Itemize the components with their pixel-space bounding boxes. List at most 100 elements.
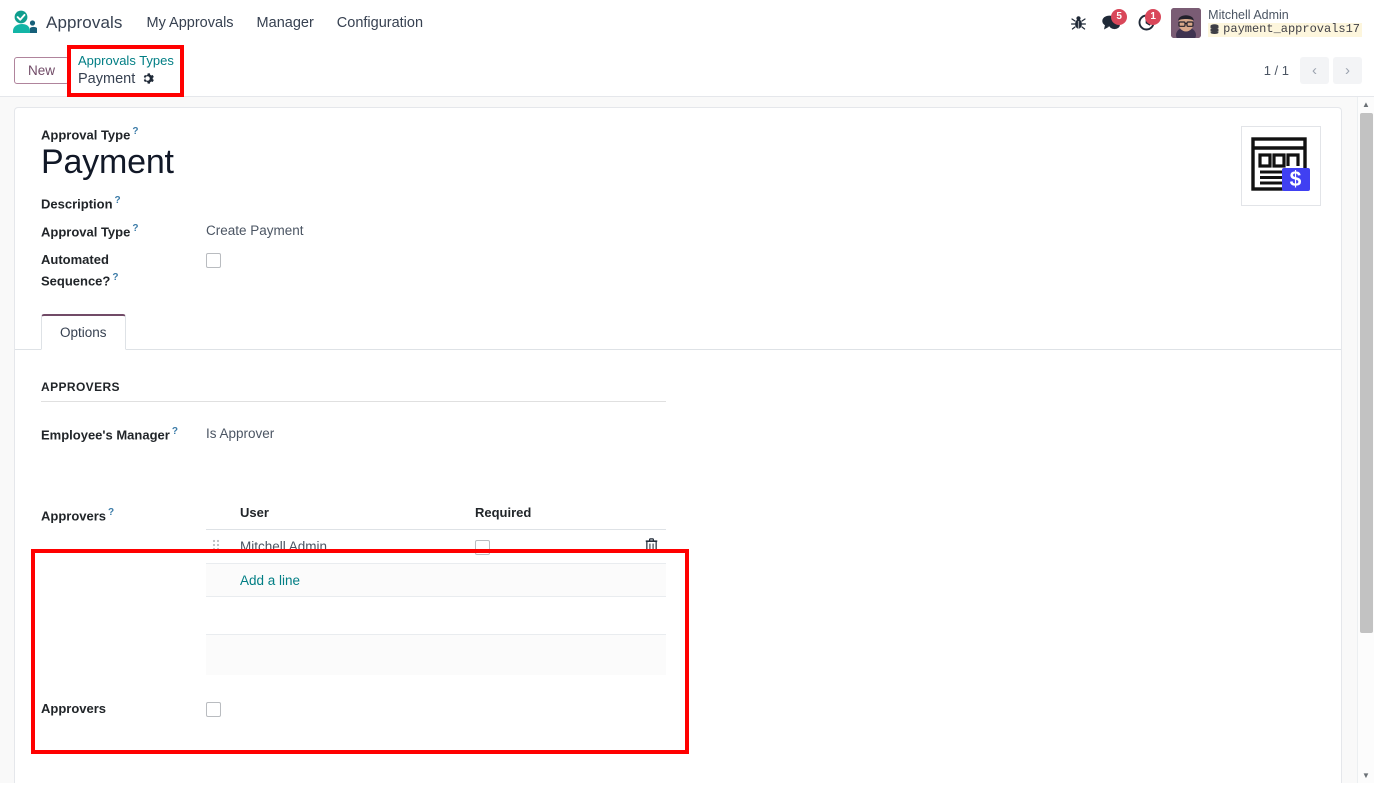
page-title[interactable]: Payment [41,143,1315,181]
column-user[interactable]: User [232,505,467,531]
field-automated-sequence-label-line2-wrap: Sequence?? [41,270,206,291]
empty-row [206,596,666,636]
breadcrumb-parent-approvals-types[interactable]: Approvals Types [78,53,174,69]
activities-clock-icon[interactable]: 1 [1129,8,1163,38]
field-approvers-list: Approvers? User Required Mitchell Admin … [41,505,1315,675]
pager-count: 1 / 1 [1263,63,1289,78]
field-approvers-bottom: Approvers [41,699,1315,720]
top-navbar: Approvals My Approvals Manager Configura… [0,0,1374,45]
tooltip-marker[interactable]: ? [112,272,118,283]
pager-previous-button[interactable]: ‹ [1300,57,1329,84]
gear-icon[interactable] [141,72,155,85]
record-title-label-text: Approval Type [41,127,131,143]
column-handle [206,505,232,531]
automated-sequence-checkbox[interactable] [206,253,221,269]
field-approvers-bottom-value [206,699,221,720]
messages-icon[interactable]: 5 [1095,8,1129,38]
field-automated-sequence: Automated Sequence?? [41,250,1315,292]
form-header-section: $ Approval Type? Payment Description? Ap… [15,126,1341,292]
breadcrumb: Approvals Types Payment [78,53,174,87]
cell-user[interactable]: Mitchell Admin [232,529,467,565]
add-line-row[interactable]: Add a line [206,563,666,598]
user-menu[interactable]: Mitchell Admin payment_approvals17 [1208,8,1362,37]
scroll-up-arrow-icon[interactable]: ▲ [1358,97,1374,112]
column-actions [632,505,666,531]
field-description: Description? [41,193,1315,214]
group-title-approvers: APPROVERS [41,380,666,402]
field-employee-manager: Employee's Manager? Is Approver [41,424,1315,445]
menu-item-manager[interactable]: Manager [257,15,314,31]
activities-badge: 1 [1145,8,1162,25]
notebook: Options APPROVERS Employee's Manager? Is… [15,313,1341,720]
tooltip-marker[interactable]: ? [132,223,138,234]
main-menu: My Approvals Manager Configuration [147,15,424,31]
menu-item-my-approvals[interactable]: My Approvals [147,15,234,31]
filler-row [206,634,666,675]
add-line-cell[interactable]: Add a line [232,563,666,598]
empty-cell [206,596,666,636]
field-automated-sequence-label-line2: Sequence? [41,273,111,289]
field-employee-manager-value[interactable]: Is Approver [206,424,274,445]
cell-required [467,529,632,565]
app-brand-title[interactable]: Approvals [46,13,123,33]
pager-next-button[interactable]: › [1333,57,1362,84]
scrollbar-thumb[interactable] [1360,113,1373,633]
field-approval-type-label-text: Approval Type [41,224,131,240]
field-approvers-label-text: Approvers [41,508,107,524]
field-approval-type-label: Approval Type? [41,221,206,242]
field-description-label-text: Description [41,196,113,212]
field-automated-sequence-label-line1: Automated [41,252,109,268]
table-row[interactable]: Mitchell Admin [206,529,666,565]
add-line-handle-spacer [206,563,232,598]
tooltip-marker[interactable]: ? [115,195,121,206]
field-employee-manager-label-text: Employee's Manager [41,427,170,443]
approvers-one2many: User Required Mitchell Admin Add a line [206,505,1315,675]
tooltip-marker[interactable]: ? [172,426,178,437]
notebook-page-options: APPROVERS Employee's Manager? Is Approve… [15,350,1341,720]
new-button[interactable]: New [14,57,70,84]
column-required[interactable]: Required [467,505,632,531]
navbar-right-systray: 5 1 Mitchell Admin payment_approvals17 [1061,7,1362,38]
tab-options[interactable]: Options [41,313,126,350]
approver-required-checkbox[interactable] [475,539,490,555]
payment-invoice-dollar-icon: $ [1251,137,1310,191]
approvers-table-head: User Required [206,505,666,531]
approvers-table-header-row: User Required [206,505,666,531]
approvals-app-icon[interactable] [10,10,40,36]
field-employee-manager-label: Employee's Manager? [41,424,206,445]
record-image[interactable]: $ [1241,126,1321,206]
scroll-down-arrow-icon[interactable]: ▼ [1358,768,1374,783]
database-icon [1210,24,1219,35]
drag-handle-icon[interactable] [206,529,232,565]
approvers-table: User Required Mitchell Admin Add a line [206,505,666,675]
breadcrumb-current: Payment [78,70,174,88]
field-automated-sequence-value [206,250,221,271]
filler-cell [206,634,666,675]
form-sheet: $ Approval Type? Payment Description? Ap… [14,107,1342,783]
tooltip-marker[interactable]: ? [132,126,138,137]
field-approvers-label: Approvers? [41,505,206,526]
database-name: payment_approvals17 [1223,21,1360,36]
pager: 1 / 1 ‹ › [1264,57,1362,84]
database-chip: payment_approvals17 [1208,21,1362,37]
add-a-line-button[interactable]: Add a line [240,573,300,588]
form-sheet-wrapper: $ Approval Type? Payment Description? Ap… [0,97,1374,783]
tooltip-marker[interactable]: ? [108,507,114,518]
record-title-label: Approval Type? [41,126,1315,142]
vertical-scrollbar[interactable]: ▲ ▼ [1357,97,1374,783]
field-description-label: Description? [41,193,206,214]
messages-badge: 5 [1111,8,1128,25]
field-approvers-bottom-label: Approvers [41,700,107,716]
field-automated-sequence-label: Automated Sequence?? [41,250,206,292]
form-view-area: $ Approval Type? Payment Description? Ap… [0,97,1374,783]
menu-item-configuration[interactable]: Configuration [337,15,423,31]
user-name: Mitchell Admin [1208,8,1289,23]
control-panel: New Approvals Types Payment 1 / 1 ‹ › [0,45,1374,97]
delete-row-button[interactable] [632,529,666,565]
field-approval-type-value[interactable]: Create Payment [206,221,304,242]
approvers-bottom-checkbox[interactable] [206,701,221,717]
avatar[interactable] [1171,7,1202,38]
breadcrumb-current-label: Payment [78,70,136,87]
approvers-table-body: Mitchell Admin Add a line [206,529,666,675]
bug-icon[interactable] [1061,8,1095,38]
